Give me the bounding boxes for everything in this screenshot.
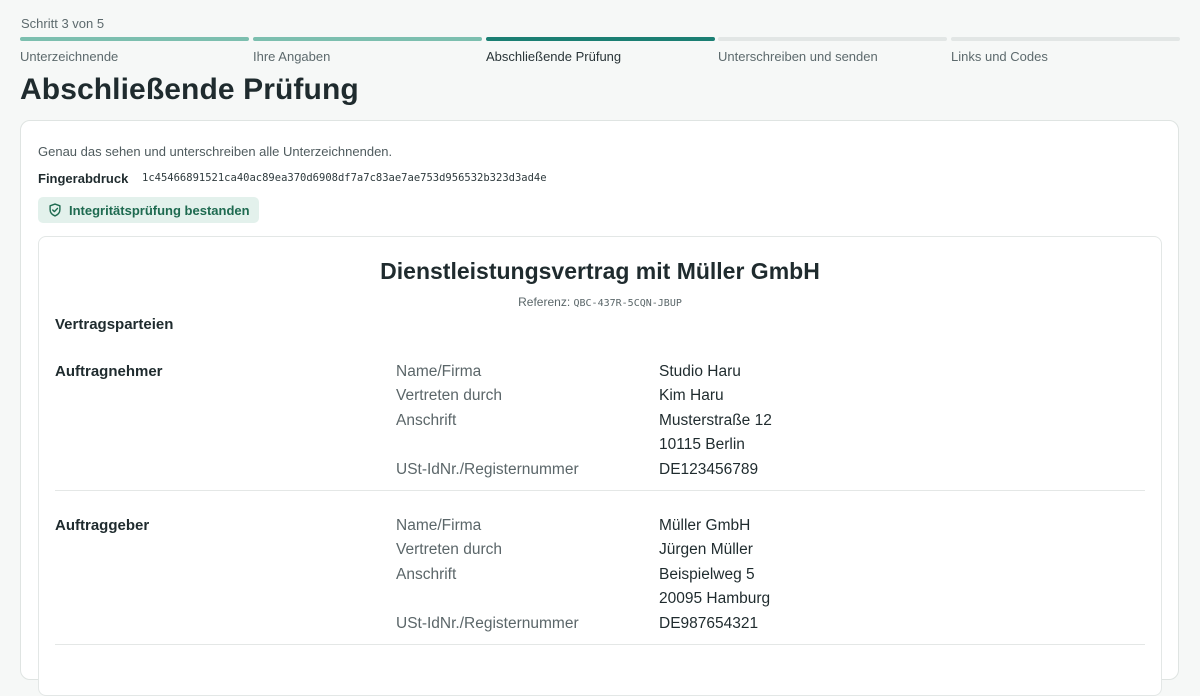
party-row: USt-IdNr./Registernummer DE987654321 <box>55 615 1145 639</box>
step-bar <box>253 37 482 41</box>
section-heading-vertragsparteien: Vertragsparteien <box>55 316 174 333</box>
step-bar <box>718 37 947 41</box>
party-row: Name/Firma Studio Haru <box>55 363 1145 387</box>
step-unterzeichnende: Unterzeichnende <box>20 37 249 64</box>
row-value: Beispielweg 5 <box>659 566 755 583</box>
step-label: Ihre Angaben <box>253 49 331 64</box>
step-label: Unterschreiben und senden <box>718 49 878 64</box>
fingerprint-value: 1c45466891521ca40ac89ea370d6908df7a7c83a… <box>142 172 547 184</box>
step-label: Unterzeichnende <box>20 49 119 64</box>
step-label: Abschließende Prüfung <box>486 49 622 64</box>
row-value: Jürgen Müller <box>659 541 753 558</box>
row-value: Musterstraße 12 <box>659 412 772 429</box>
row-key: Vertreten durch <box>396 387 502 404</box>
party-row: 10115 Berlin <box>55 436 1145 460</box>
document-preview: Dienstleistungsvertrag mit Müller GmbH R… <box>38 236 1162 696</box>
reference-label: Referenz: <box>518 295 571 309</box>
page-title: Abschließende Prüfung <box>20 73 359 106</box>
integrity-badge-label: Integritätsprüfung bestanden <box>69 202 250 218</box>
progress-stepper: Unterzeichnende Ihre Angaben Abschließen… <box>20 37 1180 67</box>
step-links-und-codes: Links und Codes <box>951 37 1180 64</box>
row-key: Anschrift <box>396 566 457 583</box>
step-bar <box>20 37 249 41</box>
step-label: Links und Codes <box>951 49 1048 64</box>
row-key: Name/Firma <box>396 517 482 534</box>
review-intro: Genau das sehen und unterschreiben alle … <box>38 144 393 159</box>
shield-check-icon <box>48 203 62 217</box>
row-key: Vertreten durch <box>396 541 502 558</box>
row-value: DE987654321 <box>659 615 759 632</box>
row-value: 10115 Berlin <box>659 436 745 453</box>
party-row: Anschrift Beispielweg 5 <box>55 566 1145 590</box>
row-key: Name/Firma <box>396 363 482 380</box>
party-row: 20095 Hamburg <box>55 590 1145 614</box>
party-row: Anschrift Musterstraße 12 <box>55 412 1145 436</box>
party-divider <box>55 490 1145 491</box>
row-value: DE123456789 <box>659 461 759 478</box>
document-title: Dienstleistungsvertrag mit Müller GmbH <box>380 258 820 284</box>
row-value: 20095 Hamburg <box>659 590 771 607</box>
party-row: Vertreten durch Kim Haru <box>55 387 1145 411</box>
row-key: Anschrift <box>396 412 457 429</box>
row-key: USt-IdNr./Registernummer <box>396 461 579 478</box>
step-counter: Schritt 3 von 5 <box>21 16 105 31</box>
party-row: Vertreten durch Jürgen Müller <box>55 541 1145 565</box>
row-key: USt-IdNr./Registernummer <box>396 615 579 632</box>
reference-code: QBC-437R-5CQN-JBUP <box>573 298 682 309</box>
party-row: USt-IdNr./Registernummer DE123456789 <box>55 461 1145 485</box>
row-value: Kim Haru <box>659 387 724 404</box>
step-abschliessende-pruefung: Abschließende Prüfung <box>486 37 715 64</box>
document-reference: Referenz: QBC-437R-5CQN-JBUP <box>39 295 1161 309</box>
row-value: Müller GmbH <box>659 517 751 534</box>
review-card: Genau das sehen und unterschreiben alle … <box>20 120 1179 696</box>
step-bar <box>951 37 1180 41</box>
step-ihre-angaben: Ihre Angaben <box>253 37 482 64</box>
step-bar <box>486 37 715 41</box>
party-row: Name/Firma Müller GmbH <box>55 517 1145 541</box>
step-unterschreiben-und-senden: Unterschreiben und senden <box>718 37 947 64</box>
integrity-badge: Integritätsprüfung bestanden <box>38 197 259 223</box>
party-divider <box>55 644 1145 645</box>
row-value: Studio Haru <box>659 363 741 380</box>
fingerprint-label: Fingerabdruck <box>38 171 129 186</box>
